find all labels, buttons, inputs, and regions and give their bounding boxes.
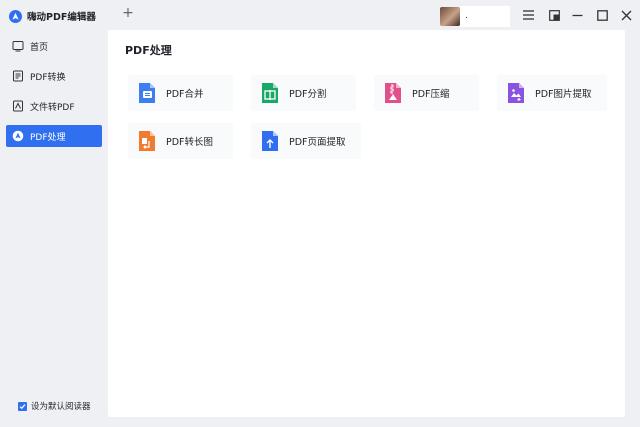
- compress-icon: [385, 83, 401, 103]
- default-reader-label: 设为默认阅读器: [31, 402, 91, 412]
- tool-pdf-to-long-image[interactable]: PDF转长图: [128, 123, 233, 159]
- page-extract-icon: [262, 131, 278, 151]
- sidebar-item-pdf-process[interactable]: PDF处理: [6, 125, 102, 147]
- close-button[interactable]: [619, 8, 633, 22]
- tool-pdf-page-extract[interactable]: PDF页面提取: [251, 123, 361, 159]
- add-tab-button[interactable]: +: [121, 6, 135, 20]
- default-reader-checkbox[interactable]: [18, 401, 27, 411]
- minimize-icon: [572, 14, 582, 16]
- sidebar-item-label: PDF处理: [30, 132, 66, 143]
- maximize-icon: [596, 9, 608, 21]
- app-logo-icon: [9, 9, 22, 23]
- minimize-button[interactable]: [570, 8, 584, 22]
- split-icon: [262, 83, 278, 103]
- tool-label: PDF转长图: [166, 137, 214, 148]
- tool-label: PDF分割: [289, 89, 327, 100]
- pin-window-button[interactable]: [547, 8, 561, 22]
- merge-icon: [139, 83, 155, 103]
- default-reader-toggle[interactable]: 设为默认阅读器: [18, 400, 91, 412]
- sidebar-item-label: 文件转PDF: [30, 102, 75, 113]
- pdf-process-icon: [12, 130, 24, 142]
- app-title: 嗨动PDF编辑器: [9, 9, 96, 23]
- home-icon: [12, 41, 24, 52]
- tool-label: PDF合并: [166, 89, 204, 100]
- sidebar-item-pdf-convert[interactable]: PDF转换: [6, 65, 102, 87]
- check-icon: [19, 403, 26, 409]
- close-icon: [621, 10, 631, 20]
- maximize-button[interactable]: [595, 8, 609, 22]
- sidebar-item-home[interactable]: 首页: [6, 35, 102, 57]
- convert-icon: [13, 70, 23, 82]
- file-to-pdf-icon: [13, 100, 23, 112]
- tool-pdf-image-extract[interactable]: PDF图片提取: [497, 75, 607, 111]
- tool-pdf-split[interactable]: PDF分割: [251, 75, 356, 111]
- menu-icon: [522, 10, 534, 20]
- avatar[interactable]: [440, 7, 460, 26]
- tool-pdf-merge[interactable]: PDF合并: [128, 75, 233, 111]
- page-title: PDF处理: [125, 44, 172, 57]
- sidebar-item-label: 首页: [30, 42, 49, 53]
- tool-label: PDF压缩: [412, 89, 450, 100]
- long-image-icon: [139, 131, 155, 151]
- app-title-text: 嗨动PDF编辑器: [27, 12, 96, 23]
- image-extract-icon: [508, 83, 524, 103]
- user-name[interactable]: .: [460, 6, 510, 27]
- menu-button[interactable]: [521, 8, 535, 22]
- tool-pdf-compress[interactable]: PDF压缩: [374, 75, 479, 111]
- window-pin-icon: [548, 9, 560, 21]
- sidebar-nav: 首页 PDF转换 文件转PDF PDF处理: [6, 35, 102, 155]
- sidebar: 嗨动PDF编辑器 首页 PDF转换 文件转PDF PDF处理 设为默认阅读器: [0, 0, 108, 427]
- tool-label: PDF图片提取: [535, 89, 592, 100]
- sidebar-item-file-to-pdf[interactable]: 文件转PDF: [6, 95, 102, 117]
- tool-label: PDF页面提取: [289, 137, 346, 148]
- main-panel: PDF处理 PDF合并 PDF分割 PDF压缩 PDF图片提取 PDF转长图 P…: [108, 30, 625, 417]
- sidebar-item-label: PDF转换: [30, 72, 66, 83]
